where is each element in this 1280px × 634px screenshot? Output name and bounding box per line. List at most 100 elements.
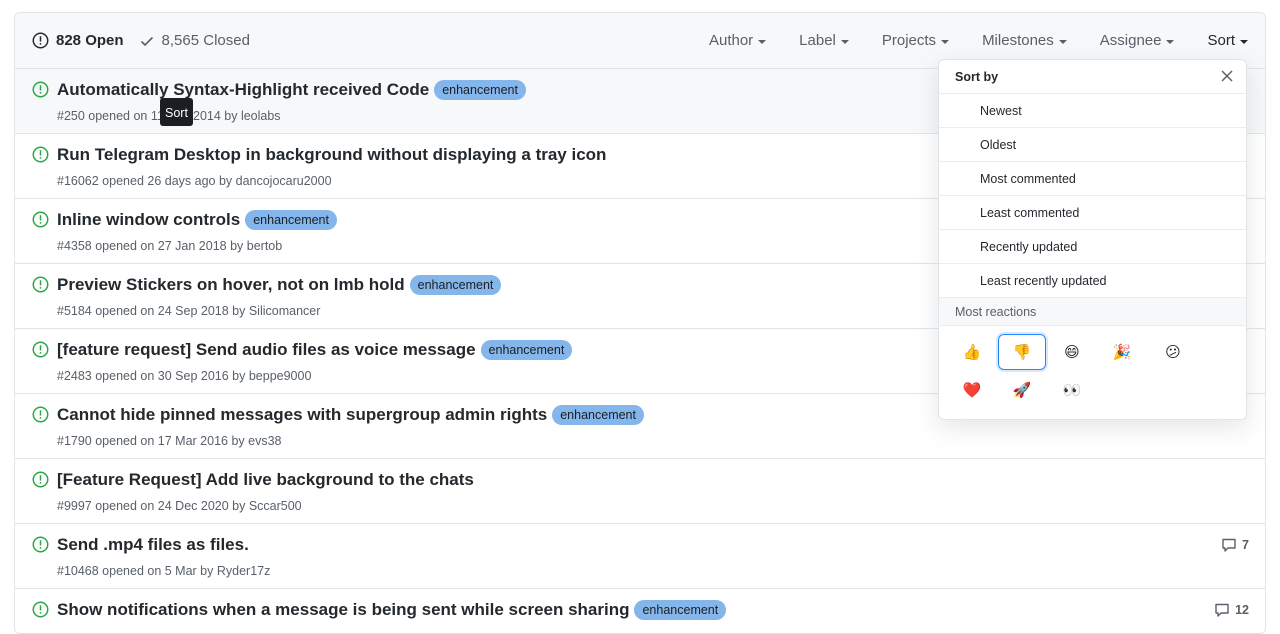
sort-option-label: Newest — [980, 104, 1022, 118]
open-count: 828 Open — [56, 32, 124, 49]
issue-title-link[interactable]: Inline window controls — [57, 210, 240, 230]
close-icon[interactable] — [1220, 69, 1234, 83]
enhancement-label[interactable]: enhancement — [634, 600, 727, 620]
issue-title-link[interactable]: Run Telegram Desktop in background witho… — [57, 145, 606, 165]
check-icon — [140, 36, 153, 46]
issue-title-link[interactable]: Preview Stickers on hover, not on lmb ho… — [57, 275, 405, 295]
sort-filter-label: Sort — [1207, 32, 1235, 49]
issue-opened-icon — [32, 146, 49, 163]
comment-count: 12 — [1235, 603, 1249, 617]
issue-meta: #16062 opened 26 days ago by dancojocaru… — [57, 174, 332, 188]
comments-link[interactable]: 7 — [1221, 537, 1249, 553]
reaction-confused-icon[interactable]: 😕 — [1149, 334, 1197, 370]
issue-title-line: [Feature Request] Add live background to… — [57, 470, 474, 490]
enhancement-label[interactable]: enhancement — [480, 340, 573, 360]
comments-link[interactable]: 12 — [1214, 602, 1249, 618]
issue-title-line: Run Telegram Desktop in background witho… — [57, 145, 606, 165]
enhancement-label[interactable]: enhancement — [409, 275, 502, 295]
sort-option-recently-updated[interactable]: Recently updated — [939, 230, 1246, 264]
issue-meta: #1790 opened on 17 Mar 2016 by evs38 — [57, 434, 282, 448]
enhancement-label[interactable]: enhancement — [434, 80, 526, 100]
label-filter[interactable]: Label — [799, 32, 849, 49]
issue-title-link[interactable]: Show notifications when a message is bei… — [57, 600, 629, 620]
sort-dropdown: Sort by Newest Oldest Most commented Lea… — [938, 59, 1247, 420]
caret-down-icon — [1240, 39, 1248, 44]
sort-tooltip: Sort — [160, 98, 193, 126]
assignee-filter[interactable]: Assignee — [1100, 32, 1175, 49]
sort-dropdown-title: Sort by — [955, 70, 999, 84]
sort-option-least-commented[interactable]: Least commented — [939, 196, 1246, 230]
issue-opened-icon — [32, 536, 49, 553]
issue-opened-icon — [32, 276, 49, 293]
issue-meta: #5184 opened on 24 Sep 2018 by Silicoman… — [57, 304, 321, 318]
issue-meta: #10468 opened on 5 Mar by Ryder17z — [57, 564, 271, 578]
most-reactions-section: Most reactions — [939, 298, 1246, 326]
label-filter-label: Label — [799, 32, 836, 49]
issue-title-line: Inline window controls enhancement — [57, 210, 337, 230]
issue-title-link[interactable]: [Feature Request] Add live background to… — [57, 470, 474, 490]
caret-down-icon — [941, 39, 950, 44]
sort-option-newest[interactable]: Newest — [939, 94, 1246, 128]
reaction-thumbs-down-icon[interactable]: 👎 — [998, 334, 1046, 370]
issue-opened-icon — [32, 471, 49, 488]
reaction-laugh-icon[interactable]: 😄 — [1048, 334, 1096, 370]
author-filter[interactable]: Author — [708, 32, 767, 49]
comment-icon — [1215, 603, 1229, 617]
issue-row[interactable]: [Feature Request] Add live background to… — [15, 459, 1265, 524]
issue-opened-icon — [32, 406, 49, 423]
closed-issues-link[interactable]: 8,565 Closed — [139, 32, 250, 49]
issue-title-line: Automatically Syntax-Highlight received … — [57, 80, 526, 100]
issue-meta: #4358 opened on 27 Jan 2018 by bertob — [57, 239, 283, 253]
issue-opened-icon — [32, 81, 49, 98]
issue-title-line: Preview Stickers on hover, not on lmb ho… — [57, 275, 502, 295]
reaction-eyes-icon[interactable]: 👀 — [1048, 372, 1096, 408]
filter-bar: Author Label Projects Milestones Assigne… — [676, 32, 1248, 49]
issue-title-line: Cannot hide pinned messages with supergr… — [57, 405, 644, 425]
issue-title-link[interactable]: [feature request] Send audio files as vo… — [57, 340, 476, 360]
issue-states: 828 Open 8,565 Closed — [32, 32, 250, 49]
sort-option-oldest[interactable]: Oldest — [939, 128, 1246, 162]
reaction-hooray-icon[interactable]: 🎉 — [1098, 334, 1146, 370]
comment-count: 7 — [1242, 538, 1249, 552]
enhancement-label[interactable]: enhancement — [552, 405, 644, 425]
sort-option-label: Oldest — [980, 138, 1017, 152]
sort-option-label: Least recently updated — [980, 274, 1107, 288]
issue-title-line: [feature request] Send audio files as vo… — [57, 340, 573, 360]
sort-option-least-recently-updated[interactable]: Least recently updated — [939, 264, 1246, 298]
issue-opened-icon — [32, 211, 49, 228]
reaction-grid: 👍 👎 😄 🎉 😕 ❤️ 🚀 👀 — [939, 326, 1246, 419]
sort-option-label: Most commented — [980, 172, 1076, 186]
issue-row[interactable]: Send .mp4 files as files. #10468 opened … — [15, 524, 1265, 589]
reaction-rocket-icon[interactable]: 🚀 — [998, 372, 1046, 408]
issue-meta: #9997 opened on 24 Dec 2020 by Sccar500 — [57, 499, 302, 513]
projects-filter[interactable]: Projects — [881, 32, 950, 49]
reaction-heart-icon[interactable]: ❤️ — [948, 372, 996, 408]
sort-option-most-commented[interactable]: Most commented — [939, 162, 1246, 196]
projects-filter-label: Projects — [881, 32, 937, 49]
issue-row[interactable]: Show notifications when a message is bei… — [15, 589, 1265, 633]
issue-title-line: Send .mp4 files as files. — [57, 535, 249, 555]
issue-title-link[interactable]: Send .mp4 files as files. — [57, 535, 249, 555]
issue-title-link[interactable]: Automatically Syntax-Highlight received … — [57, 80, 429, 100]
enhancement-label[interactable]: enhancement — [245, 210, 337, 230]
caret-down-icon — [1166, 39, 1175, 44]
milestones-filter[interactable]: Milestones — [982, 32, 1067, 49]
issue-opened-icon — [32, 341, 49, 358]
issue-title-line: Show notifications when a message is bei… — [57, 600, 727, 620]
sort-filter[interactable]: Sort — [1207, 32, 1248, 49]
reaction-thumbs-up-icon[interactable]: 👍 — [948, 334, 996, 370]
issue-meta: #2483 opened on 30 Sep 2016 by beppe9000 — [57, 369, 312, 383]
most-reactions-label: Most reactions — [955, 305, 1037, 319]
milestones-filter-label: Milestones — [982, 32, 1054, 49]
issue-opened-icon — [32, 32, 49, 49]
closed-count: 8,565 Closed — [161, 32, 250, 49]
issue-title-link[interactable]: Cannot hide pinned messages with supergr… — [57, 405, 547, 425]
author-filter-label: Author — [708, 32, 754, 49]
assignee-filter-label: Assignee — [1099, 32, 1162, 49]
sort-option-label: Recently updated — [980, 240, 1078, 254]
sort-option-label: Least commented — [980, 206, 1080, 220]
caret-down-icon — [1058, 39, 1067, 44]
open-issues-link[interactable]: 828 Open — [32, 32, 124, 49]
caret-down-icon — [840, 39, 849, 44]
sort-dropdown-header: Sort by — [939, 60, 1246, 94]
